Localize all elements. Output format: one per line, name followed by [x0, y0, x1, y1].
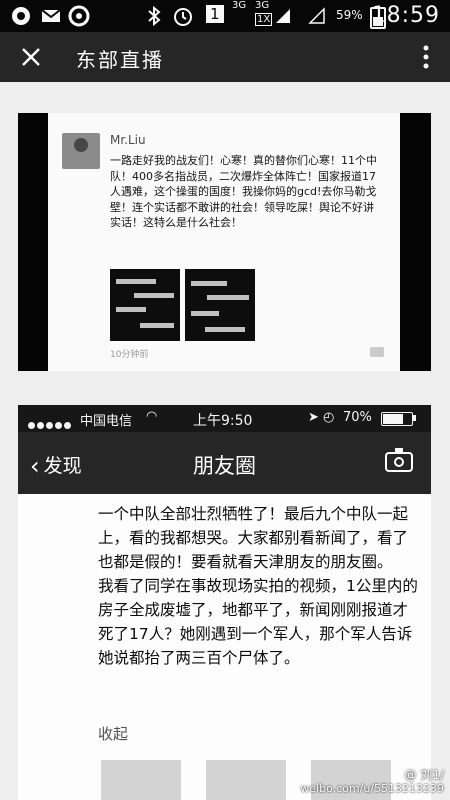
more-vertical-icon — [423, 45, 429, 69]
alarm-location-icons: ➤ ◴ — [308, 410, 335, 425]
more-menu-button[interactable] — [422, 44, 430, 72]
chat-thumbnail-1[interactable] — [110, 269, 180, 341]
signal-icon-2 — [308, 7, 325, 24]
weibo-handle: @ 刘1/ — [404, 768, 445, 782]
thumbnail[interactable] — [101, 760, 181, 800]
browser-icon — [68, 5, 90, 27]
post-timestamp: 10分钟前 — [110, 350, 149, 360]
camera-icon[interactable] — [385, 448, 413, 472]
close-icon — [22, 48, 40, 66]
status-bar: 1 3G 3G 1X 59% 18:59 — [0, 0, 450, 32]
weibo-url: weibo.com/u/5513213239 — [300, 782, 444, 795]
alarm-icon — [174, 8, 192, 26]
wifi-icon: ◠ — [146, 409, 158, 424]
post-author: Mr.Liu — [110, 133, 146, 147]
ios-status-bar: 中国电信 ◠ 上午9:50 ➤ ◴ 70% — [18, 405, 431, 432]
network-type-label-2: 3G — [255, 0, 270, 11]
comment-icon[interactable] — [370, 347, 384, 357]
collapse-link[interactable]: 收起 — [98, 723, 128, 744]
page-title: 东部直播 — [76, 48, 164, 72]
signal-dots-icon — [28, 414, 73, 433]
mail-icon — [41, 9, 61, 22]
top-bar: 东部直播 — [0, 32, 450, 82]
post-paragraph-1: 一个中队全部壮烈牺牲了！最后九个中队一起上，看的我都想哭。大家都别看新闻了，看了… — [98, 505, 409, 571]
network-type-label: 3G — [232, 0, 247, 11]
post-card: Mr.Liu 一路走好我的战友们！心寒！真的替你们心寒！11个中队！400多名指… — [48, 113, 400, 371]
avatar — [62, 133, 100, 169]
chat-thumbnail-2[interactable] — [185, 269, 255, 341]
ios-battery-percent: 70% — [343, 410, 372, 425]
embedded-image-post[interactable]: Mr.Liu 一路走好我的战友们！心寒！真的替你们心寒！11个中队！400多名指… — [18, 113, 431, 371]
ios-time: 上午9:50 — [193, 413, 253, 429]
carrier-name: 中国电信 — [80, 414, 133, 429]
embedded-image-moments[interactable]: 中国电信 ◠ 上午9:50 ➤ ◴ 70% ‹ 发现 朋友圈 一个中队全部壮烈牺牲… — [18, 405, 431, 800]
signal-icon — [276, 9, 290, 23]
app-notification-icon — [12, 7, 30, 25]
battery-percent: 59% — [336, 8, 363, 22]
moments-nav-bar: ‹ 发现 朋友圈 — [18, 432, 431, 494]
bluetooth-icon — [148, 5, 161, 27]
network-1x-label: 1X — [255, 13, 273, 26]
post-paragraph-2: 我看了同学在事故现场实拍的视频，1公里内的房子全成废墟了，地都平了，新闻刚刚报道… — [98, 577, 418, 667]
watermark: @ 刘1/ weibo.com/u/5513213239 — [300, 768, 444, 796]
close-button[interactable] — [16, 42, 46, 72]
moments-title: 朋友圈 — [193, 454, 256, 478]
screen: 1 3G 3G 1X 59% 18:59 东部直播 Mr.Liu 一路走好我的战… — [0, 0, 450, 800]
thumbnail[interactable] — [206, 760, 286, 800]
status-time: 18:59 — [371, 3, 440, 28]
ios-battery-icon — [381, 412, 413, 426]
moments-post-body: 一个中队全部壮烈牺牲了！最后九个中队一起上，看的我都想哭。大家都别看新闻了，看了… — [98, 502, 420, 670]
post-text: 一路走好我的战友们！心寒！真的替你们心寒！11个中队！400多名指战员，二次爆炸… — [110, 154, 377, 229]
sim-indicator: 1 — [206, 5, 224, 23]
